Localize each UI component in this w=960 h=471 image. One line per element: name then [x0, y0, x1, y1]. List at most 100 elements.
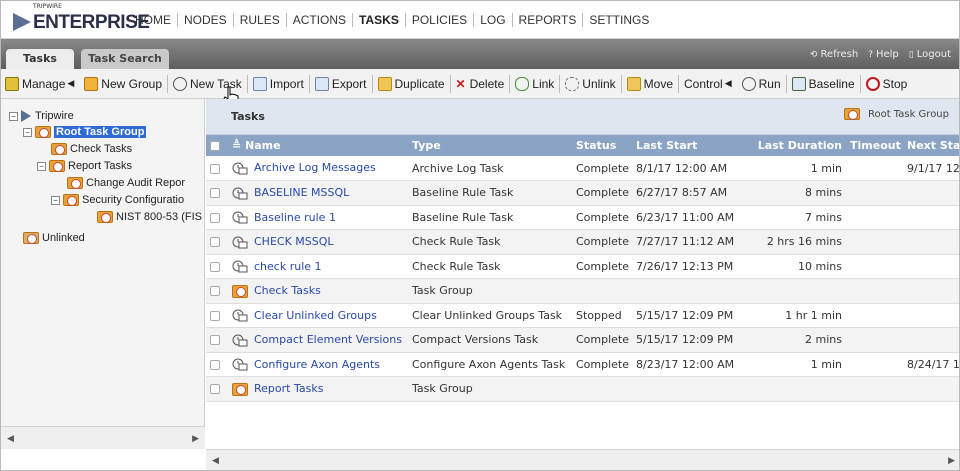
row-checkbox[interactable]	[210, 163, 220, 174]
name-cell[interactable]: Check Tasks	[228, 278, 408, 304]
nav-log[interactable]: LOG	[474, 12, 513, 27]
collapse-toggle-icon[interactable]: −	[23, 127, 32, 137]
new-group-button[interactable]: New Group	[80, 73, 166, 95]
tree-node-security-configuration[interactable]: − Security Configuratio	[51, 193, 205, 207]
tree-node-tripwire[interactable]: − Tripwire	[9, 109, 74, 123]
col-type-header[interactable]: Type	[408, 135, 572, 156]
col-last-start-header[interactable]: Last Start	[632, 135, 748, 156]
select-all-checkbox[interactable]	[210, 141, 220, 151]
collapse-toggle-icon[interactable]: −	[37, 161, 46, 171]
task-name-link[interactable]: Compact Element Versions	[254, 333, 402, 346]
nav-rules[interactable]: RULES	[234, 12, 287, 27]
task-name-link[interactable]: Configure Axon Agents	[254, 358, 380, 371]
tree-node-change-audit[interactable]: Change Audit Repor	[67, 176, 205, 190]
name-cell[interactable]: BASELINE MSSQL	[228, 180, 408, 206]
row-checkbox[interactable]	[210, 359, 220, 370]
import-button[interactable]: Import	[249, 73, 308, 95]
nav-settings[interactable]: SETTINGS	[583, 13, 655, 27]
stop-button[interactable]: Stop	[862, 73, 912, 95]
nav-actions[interactable]: ACTIONS	[287, 12, 354, 27]
breadcrumb[interactable]: Root Task Group	[843, 108, 949, 120]
table-row[interactable]: Clear Unlinked Groups Clear Unlinked Grou…	[206, 303, 959, 328]
task-name-link[interactable]: Archive Log Messages	[254, 161, 376, 174]
task-name-link[interactable]: Baseline rule 1	[254, 211, 336, 224]
name-cell[interactable]: check rule 1	[228, 254, 408, 279]
table-row[interactable]: check rule 1 Check Rule Task Complete 7/26/…	[206, 254, 959, 279]
table-row[interactable]: Configure Axon Agents Configure Axon Agen…	[206, 352, 959, 377]
table-horizontal-scrollbar[interactable]: ◀ ▶	[206, 449, 959, 470]
control-menu[interactable]: Control ◀	[680, 73, 738, 95]
nav-nodes[interactable]: NODES	[178, 12, 234, 27]
unlink-button[interactable]: Unlink	[561, 73, 619, 95]
row-checkbox[interactable]	[210, 310, 220, 321]
scroll-left-icon[interactable]: ◀	[7, 433, 14, 444]
task-name-link[interactable]: Check Tasks	[254, 284, 321, 297]
name-cell[interactable]: Report Tasks	[228, 376, 408, 402]
next-start-cell	[903, 376, 959, 402]
name-cell[interactable]: Clear Unlinked Groups	[228, 303, 408, 328]
help-link[interactable]: ? Help	[868, 49, 899, 60]
tasks-panel: Tasks Root Task Group ≜ Name Type Status…	[206, 99, 959, 449]
tree-node-check-tasks[interactable]: Check Tasks	[51, 142, 132, 156]
name-cell[interactable]: Baseline rule 1	[228, 205, 408, 230]
task-name-link[interactable]: Clear Unlinked Groups	[254, 309, 377, 322]
tree-node-nist[interactable]: NIST 800-53 (FIS	[97, 210, 205, 224]
row-checkbox[interactable]	[210, 261, 220, 272]
name-cell[interactable]: Configure Axon Agents	[228, 352, 408, 377]
col-next-start-header[interactable]: Next Star	[903, 135, 959, 156]
manage-menu[interactable]: Manage ◀	[1, 73, 80, 95]
row-checkbox[interactable]	[210, 212, 220, 223]
task-name-link[interactable]: BASELINE MSSQL	[254, 186, 349, 199]
export-button[interactable]: Export	[311, 73, 371, 95]
row-checkbox[interactable]	[210, 237, 220, 248]
col-timeout-header[interactable]: Timeout	[846, 135, 903, 156]
scroll-left-icon[interactable]: ◀	[212, 456, 219, 466]
tripwire-logo[interactable]: TRIPWIRE ENTERPRISE	[9, 1, 150, 39]
scroll-right-icon[interactable]: ▶	[192, 433, 199, 444]
col-last-duration-header[interactable]: Last Duration	[748, 135, 846, 156]
scroll-right-icon[interactable]: ▶	[948, 456, 955, 466]
tree-node-root-task-group[interactable]: − Root Task Group	[23, 125, 147, 139]
task-icon	[232, 309, 248, 322]
table-row[interactable]: Compact Element Versions Compact Versions…	[206, 327, 959, 353]
col-name-header[interactable]: ≜ Name	[228, 135, 408, 156]
logout-link[interactable]: ▯ Logout	[909, 49, 951, 60]
link-button[interactable]: Link	[511, 73, 558, 95]
table-row[interactable]: BASELINE MSSQL Baseline Rule Task Complete…	[206, 180, 959, 206]
row-checkbox[interactable]	[210, 384, 220, 395]
collapse-toggle-icon[interactable]: −	[51, 195, 60, 205]
tree-node-unlinked[interactable]: Unlinked	[23, 231, 85, 245]
table-row[interactable]: Archive Log Messages Archive Log Task Comp…	[206, 156, 959, 181]
row-checkbox[interactable]	[210, 286, 220, 297]
table-row[interactable]: Baseline rule 1 Baseline Rule Task Complet…	[206, 205, 959, 230]
next-start-cell	[903, 278, 959, 304]
manage-icon	[5, 76, 19, 91]
task-name-link[interactable]: Report Tasks	[254, 382, 323, 395]
name-cell[interactable]: Compact Element Versions	[228, 327, 408, 353]
col-status-header[interactable]: Status	[572, 135, 632, 156]
row-checkbox[interactable]	[210, 335, 220, 346]
row-checkbox[interactable]	[210, 188, 220, 199]
task-name-link[interactable]: CHECK MSSQL	[254, 235, 334, 248]
duplicate-button[interactable]: Duplicate	[374, 73, 449, 95]
run-button[interactable]: Run	[738, 73, 785, 95]
task-group-icon	[232, 284, 248, 298]
tab-task-search[interactable]: Task Search	[81, 49, 169, 69]
move-button[interactable]: Move	[623, 73, 677, 95]
collapse-toggle-icon[interactable]: −	[9, 111, 18, 121]
tree-horizontal-scrollbar[interactable]: ◀ ▶	[1, 426, 205, 449]
name-cell[interactable]: CHECK MSSQL	[228, 229, 408, 255]
nav-reports[interactable]: REPORTS	[513, 12, 584, 27]
name-cell[interactable]: Archive Log Messages	[228, 156, 408, 181]
tab-tasks[interactable]: Tasks	[6, 49, 74, 69]
table-row[interactable]: Report Tasks Task Group	[206, 376, 959, 402]
task-name-link[interactable]: check rule 1	[254, 260, 322, 273]
nav-tasks[interactable]: TASKS	[353, 12, 406, 27]
baseline-button[interactable]: Baseline	[788, 73, 859, 95]
table-row[interactable]: Check Tasks Task Group	[206, 278, 959, 304]
delete-button[interactable]: ✕ Delete	[452, 73, 509, 95]
table-row[interactable]: CHECK MSSQL Check Rule Task Complete 7/27/1…	[206, 229, 959, 255]
tree-node-report-tasks[interactable]: − Report Tasks	[37, 159, 132, 173]
nav-policies[interactable]: POLICIES	[406, 12, 475, 27]
refresh-link[interactable]: ⟲ Refresh	[810, 49, 858, 60]
